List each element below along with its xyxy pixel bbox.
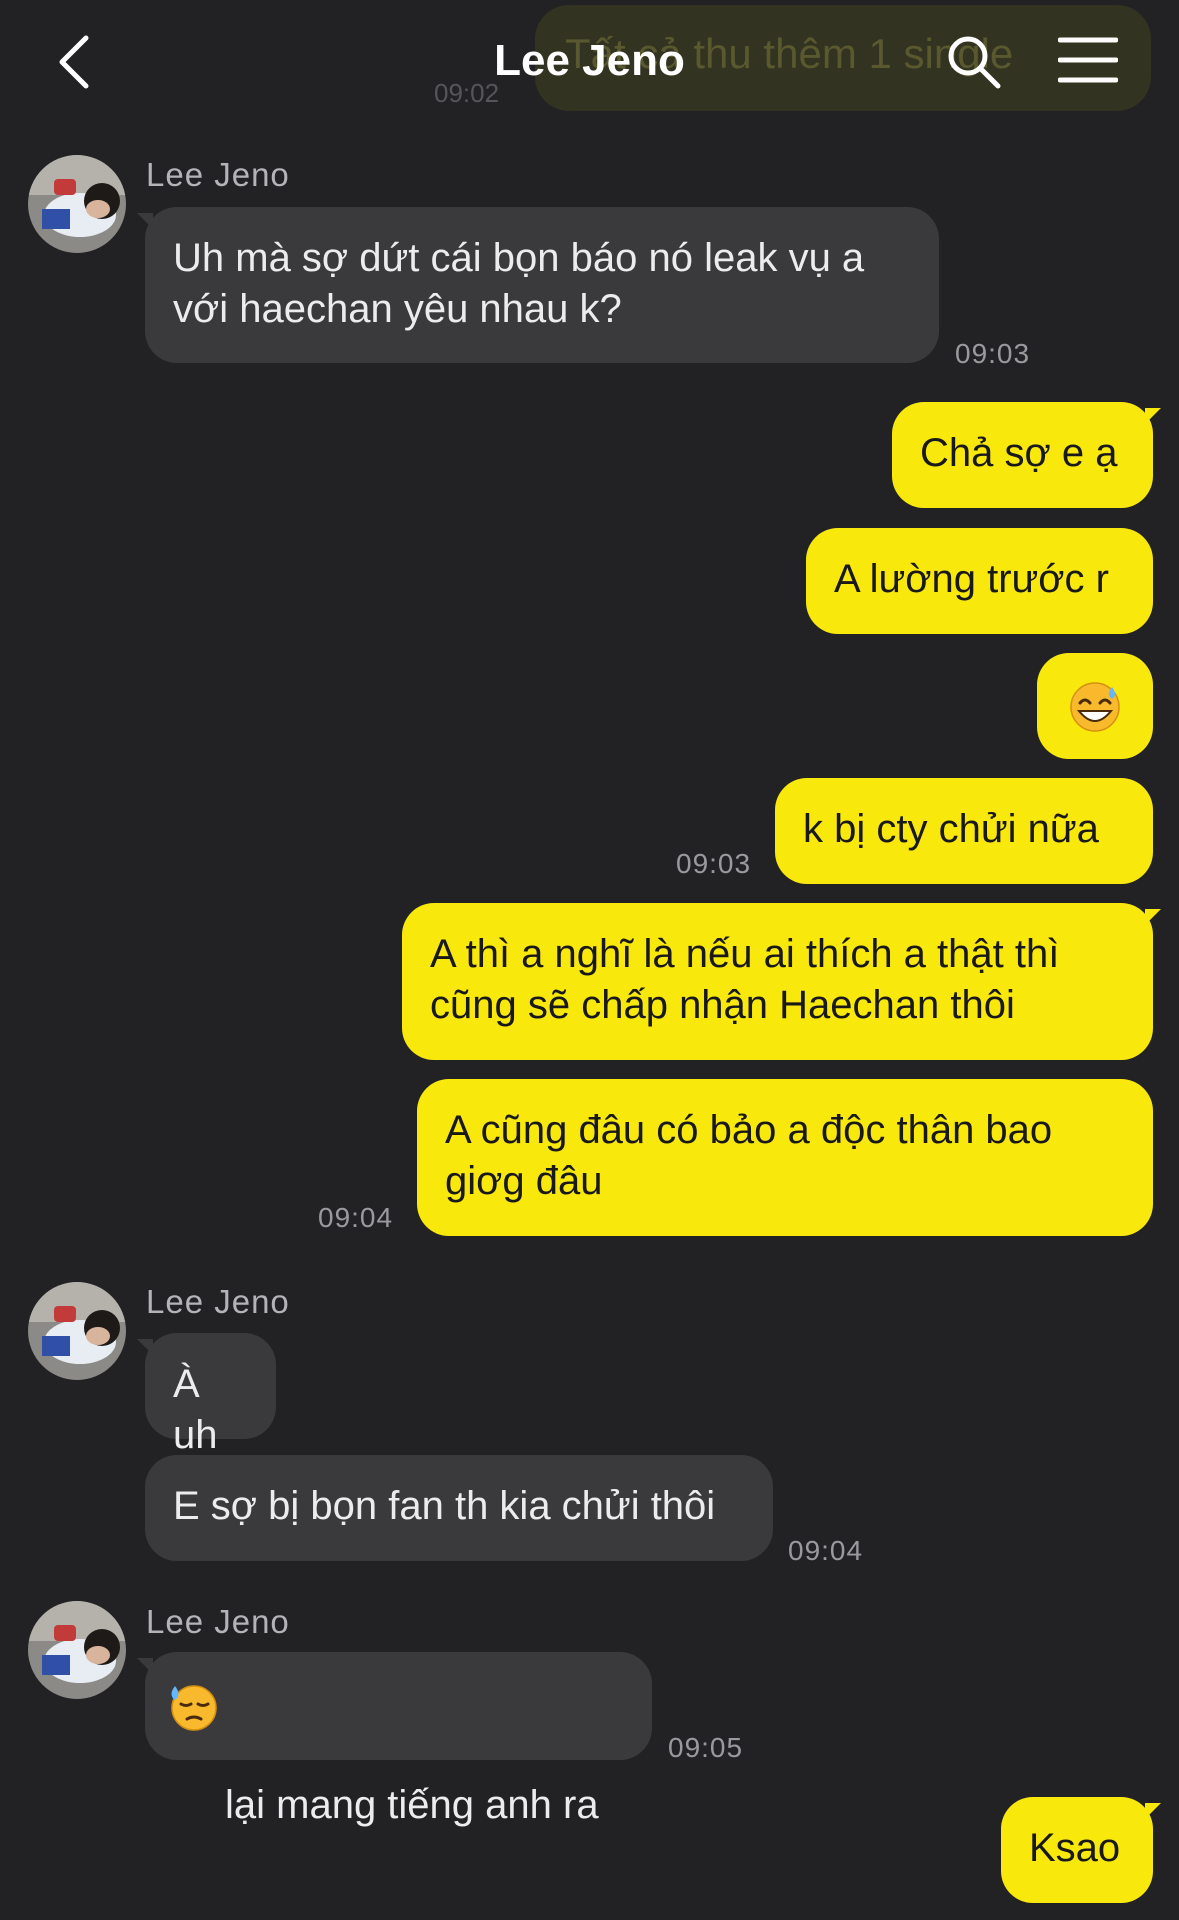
hamburger-menu-icon[interactable] <box>1057 36 1119 86</box>
message-bubble-outgoing[interactable]: A cũng đâu có bảo a độc thân bao giơg đâ… <box>417 1079 1153 1236</box>
message-time: 09:03 <box>676 848 752 879</box>
message-time: 09:04 <box>318 1202 394 1233</box>
downcast-face-with-sweat-icon <box>171 1685 217 1731</box>
message-bubble-outgoing-emoji[interactable] <box>1037 653 1153 759</box>
sender-name: Lee Jeno <box>146 1283 290 1320</box>
grinning-face-with-sweat-icon <box>1070 682 1120 732</box>
message-bubble-incoming[interactable]: E sợ bị bọn fan th kia chửi thôi <box>145 1455 773 1561</box>
chat-header: Tất cả thu thêm 1 single 09:02 Lee Jeno <box>0 0 1179 125</box>
sender-name: Lee Jeno <box>146 1603 290 1640</box>
avatar[interactable] <box>28 1282 126 1380</box>
avatar[interactable] <box>28 155 126 253</box>
message-time: 09:03 <box>955 338 1031 369</box>
message-bubble-outgoing[interactable]: A thì a nghĩ là nếu ai thích a thật thì … <box>402 903 1161 1060</box>
avatar[interactable] <box>28 1601 126 1699</box>
sender-name: Lee Jeno <box>146 156 290 193</box>
message-bubble-incoming[interactable]: lại mang tiếng anh ra <box>137 1652 652 1827</box>
message-bubble-outgoing[interactable]: A lường trước r <box>806 528 1153 634</box>
message-bubble-incoming[interactable]: À uh <box>137 1333 276 1457</box>
message-text: lại mang tiếng anh ra <box>225 1783 599 1827</box>
message-time: 09:04 <box>788 1535 864 1566</box>
message-bubble-outgoing[interactable]: k bị cty chửi nữa <box>775 778 1153 884</box>
message-time: 09:05 <box>668 1732 744 1763</box>
message-bubble-outgoing[interactable]: Ksao <box>1001 1797 1161 1903</box>
message-bubble-outgoing[interactable]: Chả sợ e ạ <box>892 402 1161 508</box>
search-icon[interactable] <box>944 32 1004 92</box>
message-bubble-incoming[interactable]: Uh mà sợ dứt cái bọn báo nó leak vụ a vớ… <box>137 207 939 363</box>
